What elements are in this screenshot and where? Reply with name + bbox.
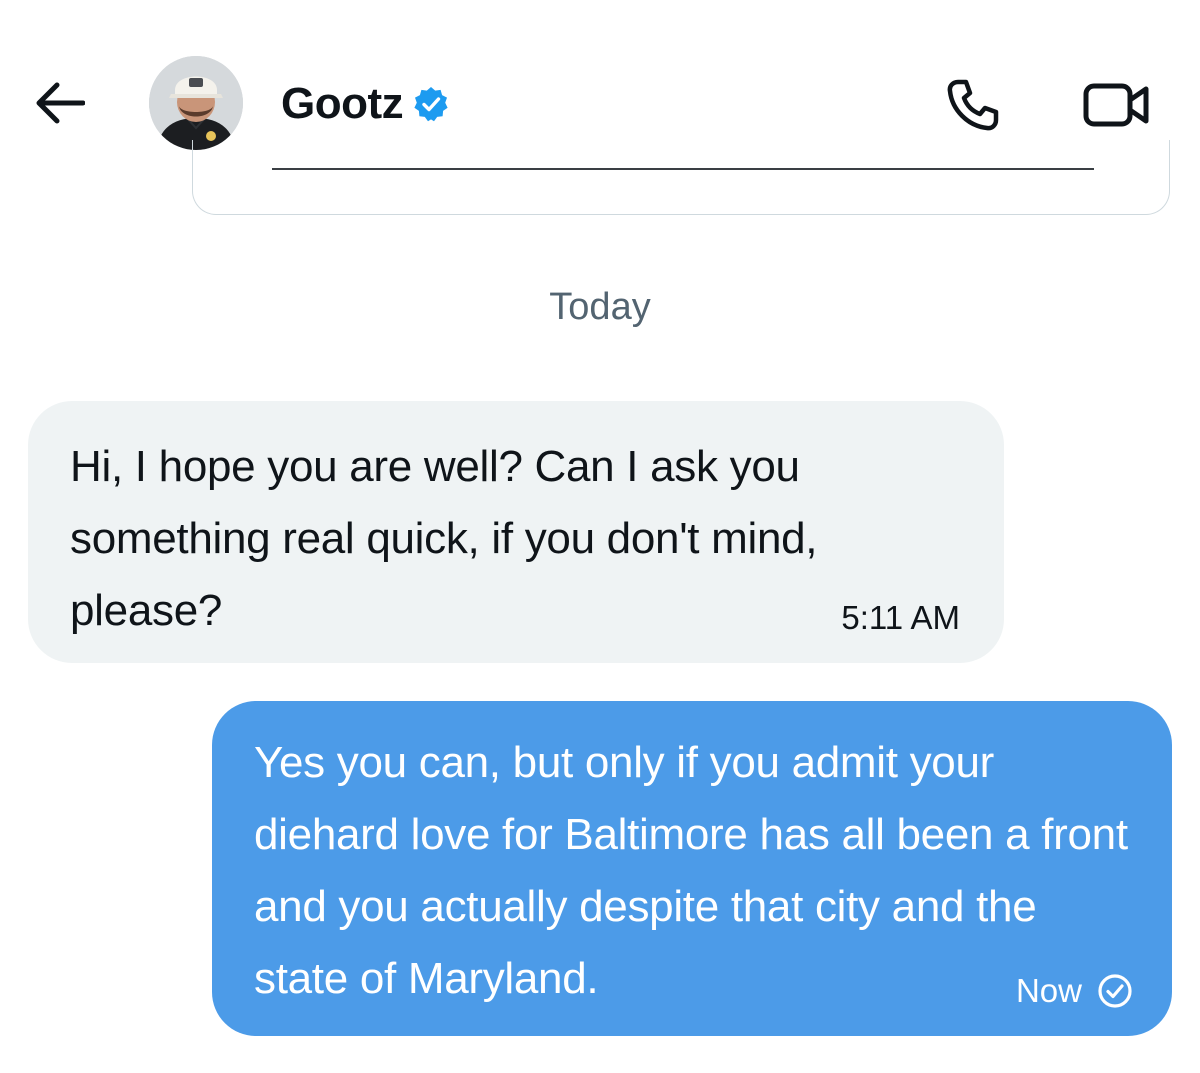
phone-icon <box>947 79 999 131</box>
incoming-message-bubble[interactable]: Hi, I hope you are well? Can I ask you s… <box>28 401 1004 663</box>
video-camera-icon <box>1083 83 1149 127</box>
arrow-left-icon <box>36 82 85 124</box>
outgoing-message-bubble[interactable]: Yes you can, but only if you admit your … <box>212 701 1172 1036</box>
avatar[interactable] <box>149 56 243 150</box>
video-call-button[interactable] <box>1080 74 1152 136</box>
back-button[interactable] <box>28 72 90 134</box>
call-button[interactable] <box>940 74 1006 136</box>
sent-check-circle-icon <box>1096 972 1134 1010</box>
message-text: Yes you can, but only if you admit your … <box>254 738 1128 1003</box>
verified-badge-icon <box>413 86 449 122</box>
date-separator: Today <box>549 286 651 328</box>
message-meta: Now <box>1016 972 1134 1010</box>
contact-name: Gootz <box>281 79 404 128</box>
message-timestamp: 5:11 AM <box>841 599 960 636</box>
message-text: Hi, I hope you are well? Can I ask you s… <box>70 442 818 635</box>
previous-message-divider <box>272 168 1094 170</box>
message-timestamp: Now <box>1015 972 1082 1009</box>
contact-name-group[interactable]: Gootz <box>281 76 449 132</box>
previous-message-card[interactable] <box>192 140 1170 215</box>
